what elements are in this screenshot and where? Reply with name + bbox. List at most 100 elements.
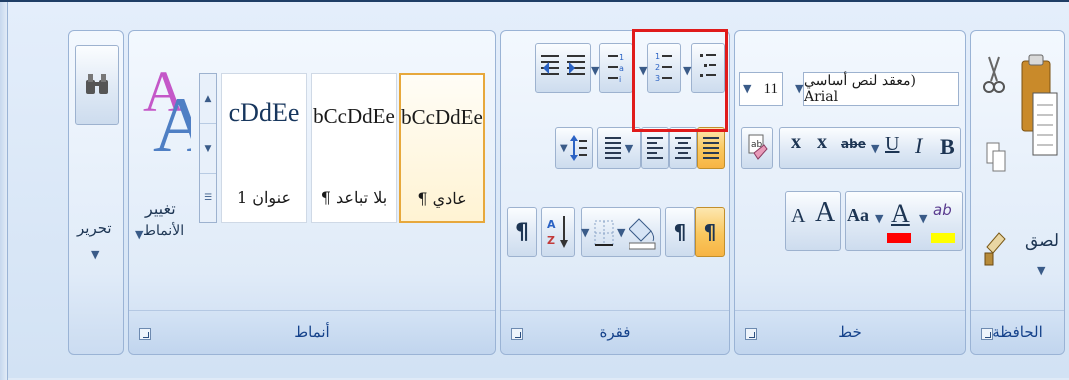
binoculars-icon: [86, 74, 108, 94]
borders-icon[interactable]: [593, 219, 615, 249]
svg-text:▼: ▼: [560, 143, 568, 154]
align-right-icon: [703, 137, 719, 159]
borders-dropdown-icon[interactable]: ▼: [581, 227, 589, 238]
svg-text:A: A: [153, 81, 191, 161]
grow-font-button[interactable]: A: [815, 197, 835, 229]
shrink-font-button[interactable]: A: [791, 205, 805, 228]
font-size-dropdown-icon[interactable]: ▼: [743, 83, 751, 94]
font-name-dropdown-icon[interactable]: ▼: [795, 83, 803, 94]
increase-indent-icon[interactable]: [565, 50, 587, 86]
indent-buttons: [535, 43, 591, 93]
justify-button[interactable]: ▼: [597, 127, 641, 169]
change-case-button[interactable]: Aa: [847, 205, 869, 226]
paragraph-launcher-icon[interactable]: [511, 328, 523, 340]
paste-label: لصق: [1025, 231, 1060, 251]
font-color-dropdown-icon[interactable]: ▼: [875, 213, 883, 224]
font-size-value: 11: [763, 80, 778, 97]
clipboard-group: لصق ▼ الحافظة: [970, 30, 1065, 355]
styles-more-icon[interactable]: ☰: [200, 174, 216, 222]
styles-scroll-up-icon[interactable]: ▲: [200, 74, 216, 124]
paragraph-title: فقرة: [599, 323, 631, 341]
highlight-text-icon: ab: [933, 201, 952, 219]
line-spacing-button[interactable]: ▼: [555, 127, 593, 169]
clipboard-launcher-icon[interactable]: [981, 328, 993, 340]
ribbon-left-edge: [0, 2, 8, 380]
editing-label: تحرير: [77, 219, 112, 237]
subscript-button[interactable]: x: [817, 131, 827, 154]
shading-icon[interactable]: [629, 215, 657, 251]
annotation-highlight-box: [632, 29, 728, 132]
style-name: ¶ بلا تباعد: [320, 188, 388, 207]
rtl-label: ¶: [703, 220, 717, 244]
paste-icon: [1021, 54, 1058, 156]
font-color-bar: [887, 233, 911, 243]
cut-icon[interactable]: [983, 55, 1005, 95]
paragraph-footer: فقرة: [501, 310, 729, 354]
style-name: عنوان 1: [236, 188, 292, 207]
decrease-indent-icon[interactable]: [539, 50, 561, 86]
svg-text:A: A: [547, 218, 556, 231]
align-left-button[interactable]: [641, 127, 669, 169]
font-color-letter: A: [891, 199, 910, 228]
clipboard-footer: الحافظة: [971, 310, 1064, 354]
copy-icon[interactable]: [985, 141, 1007, 175]
sort-button[interactable]: A Z: [541, 207, 575, 257]
font-footer: خط: [735, 310, 965, 354]
change-styles-label: تغيير: [145, 199, 176, 218]
font-color-button[interactable]: A: [887, 199, 915, 245]
strikethrough-button[interactable]: abe: [841, 137, 866, 151]
sort-az-icon: A Z: [547, 216, 568, 248]
style-item-normal[interactable]: bCcDdEe ¶ عادي: [399, 73, 485, 223]
font-title: خط: [838, 323, 862, 341]
font-formatting-strip: [779, 127, 961, 169]
underline-dropdown-icon[interactable]: ▼: [871, 143, 879, 154]
italic-button[interactable]: I: [915, 133, 922, 159]
bullets-dropdown-icon[interactable]: ▼: [591, 65, 599, 76]
shading-dropdown-icon[interactable]: ▼: [617, 227, 625, 238]
font-launcher-icon[interactable]: [745, 328, 757, 340]
styles-group: bCcDdEe ¶ عادي bCcDdEe ¶ بلا تباعد cDdEe…: [128, 30, 496, 355]
format-painter-icon[interactable]: [983, 231, 1007, 267]
highlight-dropdown-icon[interactable]: ▼: [919, 213, 927, 224]
style-item-heading-1[interactable]: cDdEe عنوان 1: [221, 73, 307, 223]
clear-formatting-button[interactable]: ab: [741, 127, 773, 169]
ltr-paragraph-button[interactable]: ¶: [665, 207, 695, 257]
highlight-button[interactable]: ab: [931, 201, 959, 245]
rtl-paragraph-button[interactable]: ¶: [695, 207, 725, 257]
style-sample: cDdEe: [228, 98, 300, 127]
align-right-button[interactable]: [697, 127, 725, 169]
show-marks-button[interactable]: ¶: [507, 207, 537, 257]
align-center-button[interactable]: [669, 127, 697, 169]
align-left-icon: [647, 137, 663, 159]
style-sample: bCcDdEe: [313, 104, 395, 128]
editing-dropdown-icon[interactable]: ▼: [91, 249, 99, 260]
editing-group: تحرير ▼: [68, 30, 124, 355]
line-spacing-icon: ▼: [560, 135, 587, 161]
editing-button[interactable]: تحرير ▼: [75, 45, 119, 295]
svg-text:1: 1: [619, 53, 624, 62]
change-styles-button[interactable]: A A تغيير الأنماط ▼: [135, 51, 195, 291]
clear-formatting-icon: ab: [748, 134, 768, 160]
ribbon: لصق ▼ الحافظة معقد لنص أساسي) Arial ▼ 11…: [0, 0, 1069, 380]
svg-text:Z: Z: [547, 234, 555, 247]
paste-button[interactable]: لصق ▼: [1015, 41, 1063, 311]
bold-button[interactable]: B: [940, 134, 955, 160]
style-item-no-spacing[interactable]: bCcDdEe ¶ بلا تباعد: [311, 73, 397, 223]
font-name-combo[interactable]: معقد لنص أساسي) Arial: [803, 72, 959, 106]
pilcrow-label: ¶: [515, 219, 529, 245]
highlight-color-bar: [931, 233, 955, 243]
styles-launcher-icon[interactable]: [139, 328, 151, 340]
styles-scroll[interactable]: ▲ ▼ ☰: [199, 73, 217, 223]
underline-button[interactable]: U: [885, 133, 899, 156]
style-name: ¶ عادي: [417, 189, 467, 208]
align-center-icon: [675, 137, 691, 159]
ltr-label: ¶: [673, 220, 687, 244]
styles-title: أنماط: [294, 323, 330, 341]
change-styles-dropdown-icon[interactable]: ▼: [135, 229, 143, 240]
styles-scroll-down-icon[interactable]: ▼: [200, 124, 216, 174]
find-button[interactable]: [75, 45, 119, 125]
bullets-button[interactable]: 1 a i: [599, 43, 633, 93]
superscript-button[interactable]: x: [791, 131, 801, 154]
paste-dropdown-icon[interactable]: ▼: [1037, 265, 1045, 276]
styles-footer: أنماط: [129, 310, 495, 354]
